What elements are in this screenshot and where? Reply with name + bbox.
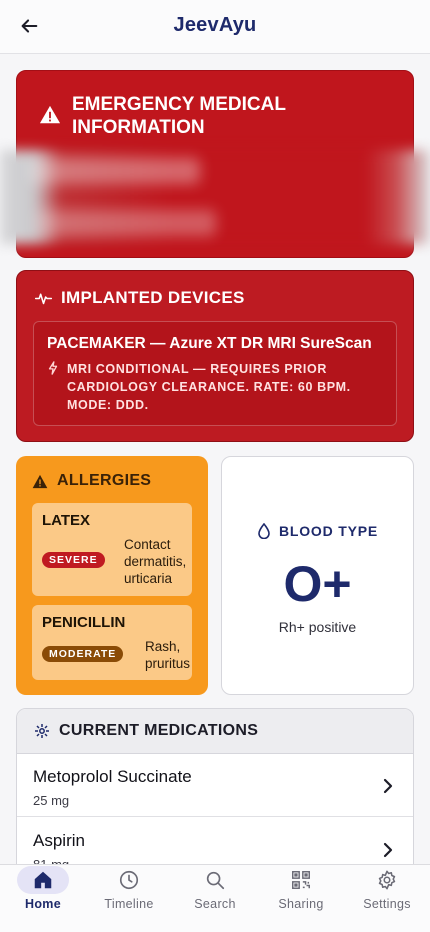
tab-timeline[interactable]: Timeline: [86, 865, 172, 932]
severity-badge: MODERATE: [42, 646, 124, 662]
blood-type-card: BLOOD TYPE O+ Rh+ positive: [221, 456, 414, 695]
bottom-navigation: Home Timeline Search Sharing Settings: [0, 864, 430, 932]
allergy-name: LATEX: [42, 512, 91, 529]
top-app-bar: JeevAyu: [0, 0, 430, 54]
device-note: MRI CONDITIONAL — REQUIRES PRIOR CARDIOL…: [47, 360, 382, 414]
allergy-item: PENICILLIN MODERATE Rash, pruritus: [32, 605, 192, 680]
allergies-card: ALLERGIES LATEX SEVERE Contact dermatiti…: [16, 456, 208, 695]
tab-label: Timeline: [104, 897, 154, 911]
blood-type-heading: BLOOD TYPE: [222, 523, 413, 539]
tab-settings[interactable]: Settings: [344, 865, 430, 932]
blood-type-rh: Rh+ positive: [278, 619, 357, 635]
tab-label: Home: [25, 897, 61, 911]
warning-icon: [32, 474, 48, 488]
device-name: PACEMAKER — Azure XT DR MRI SureScan: [47, 335, 372, 352]
tab-label: Sharing: [278, 897, 324, 911]
home-icon: [34, 871, 52, 889]
chevron-right-icon: [383, 778, 393, 794]
chevron-right-icon: [383, 842, 393, 858]
medication-row[interactable]: Metoprolol Succinate 25 mg: [17, 754, 413, 817]
app-title: JeevAyu: [173, 14, 257, 36]
medications-heading-label: CURRENT MEDICATIONS: [59, 722, 259, 739]
clock-icon: [119, 870, 139, 890]
tab-sharing[interactable]: Sharing: [258, 865, 344, 932]
tab-label: Search: [194, 897, 236, 911]
tab-label: Settings: [363, 897, 411, 911]
allergy-name: PENICILLIN: [42, 614, 126, 631]
redacted-line: [30, 158, 200, 184]
pill-icon: [35, 724, 49, 738]
tab-search[interactable]: Search: [172, 865, 258, 932]
medication-name: Metoprolol Succinate: [33, 767, 192, 786]
tab-home[interactable]: Home: [0, 865, 86, 932]
gear-icon: [378, 870, 396, 890]
qr-code-icon: [292, 871, 310, 889]
implanted-devices-card: IMPLANTED DEVICES PACEMAKER — Azure XT D…: [16, 270, 414, 442]
allergy-reaction: Rash, pruritus: [145, 639, 191, 671]
device-item: PACEMAKER — Azure XT DR MRI SureScan MRI…: [33, 321, 397, 426]
blood-type-value: O+: [283, 556, 352, 612]
blood-type-label: BLOOD TYPE: [278, 523, 378, 539]
devices-heading-label: IMPLANTED DEVICES: [61, 288, 245, 307]
warning-icon: [39, 105, 61, 124]
lightning-icon: [48, 361, 58, 375]
devices-heading: IMPLANTED DEVICES: [35, 288, 245, 308]
allergies-heading-label: ALLERGIES: [57, 472, 152, 489]
allergy-item: LATEX SEVERE Contact dermatitis, urticar…: [32, 503, 192, 596]
medication-dose: 25 mg: [33, 793, 70, 808]
droplet-icon: [258, 523, 270, 539]
redacted-line: [36, 210, 216, 236]
medications-heading: CURRENT MEDICATIONS: [34, 722, 258, 740]
emergency-title: EMERGENCY MEDICAL INFORMATION: [72, 94, 286, 138]
allergies-heading: ALLERGIES: [32, 472, 151, 490]
allergy-reaction: Contact dermatitis, urticaria: [124, 537, 187, 586]
medications-header: CURRENT MEDICATIONS: [17, 709, 413, 754]
search-icon: [206, 871, 225, 890]
medication-name: Aspirin: [33, 831, 85, 850]
heartbeat-icon: [35, 292, 52, 304]
severity-badge: SEVERE: [42, 552, 105, 568]
device-note-text: MRI CONDITIONAL — REQUIRES PRIOR CARDIOL…: [67, 362, 351, 412]
